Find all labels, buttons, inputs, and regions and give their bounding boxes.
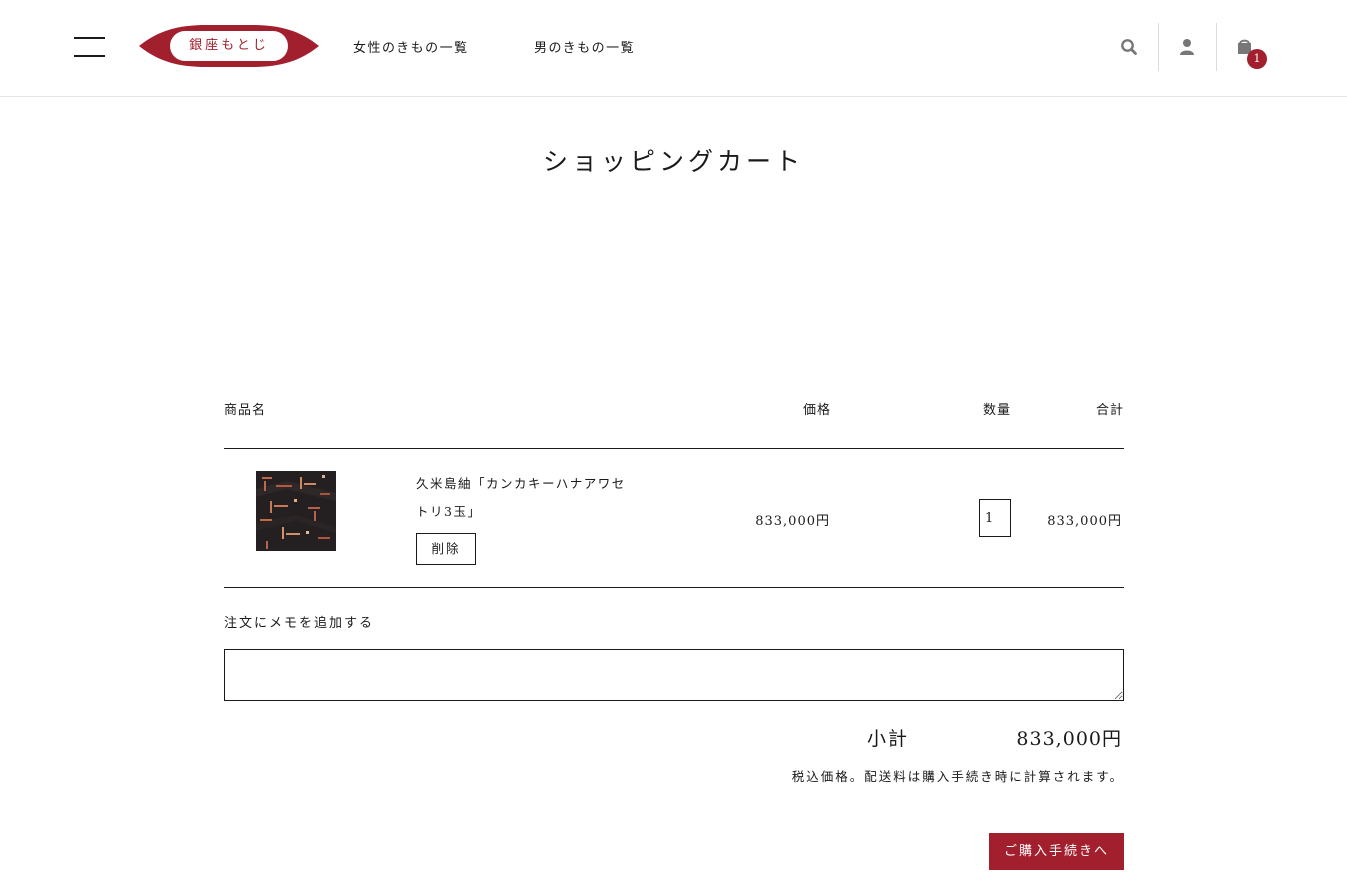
order-note-label: 注文にメモを追加する [224,616,375,631]
nav-women-kimono[interactable]: 女性のきもの一覧 [353,37,469,56]
page-title: ショッピングカート [542,147,804,176]
user-icon[interactable] [1176,36,1198,58]
nav-men-kimono[interactable]: 男のきもの一覧 [534,37,635,56]
item-line-total: 833,000円 [1047,514,1122,529]
remove-item-button[interactable]: 削除 [416,533,476,565]
subtotal-value: 833,000円 [1016,728,1122,750]
checkout-button[interactable]: ご購入手続きへ [989,833,1124,870]
product-name-link[interactable]: 久米島紬「カンカキーハナアワセトリ3玉」 [416,470,626,526]
column-header-price: 価格 [802,403,831,418]
hamburger-menu-icon[interactable] [74,37,105,57]
search-icon[interactable] [1118,36,1140,58]
order-note-textarea[interactable] [224,649,1124,701]
subtotal-label: 小計 [867,728,910,750]
quantity-input[interactable] [979,499,1011,537]
column-header-quantity: 数量 [982,403,1011,418]
tax-shipping-note: 税込価格。配送料は購入手続き時に計算されます。 [791,769,1124,784]
site-logo[interactable]: 銀座もとじ [139,24,319,68]
product-thumbnail[interactable] [256,471,336,551]
column-header-product: 商品名 [224,403,267,418]
table-divider [224,587,1124,588]
cart-count-badge: 1 [1247,49,1267,69]
site-header: 銀座もとじ 女性のきもの一覧 男のきもの一覧 1 [0,0,1347,97]
logo-text: 銀座もとじ [189,38,269,53]
header-divider [1158,23,1159,71]
item-price: 833,000円 [755,514,830,529]
column-header-total: 合計 [1095,403,1124,418]
header-divider [1216,23,1217,71]
table-divider [224,448,1124,449]
